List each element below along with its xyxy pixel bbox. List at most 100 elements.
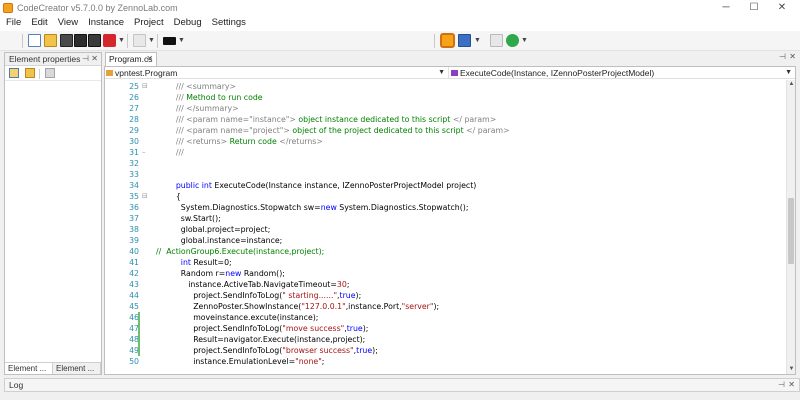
code-line[interactable]: 41 int Result=0; (105, 257, 785, 268)
new-icon[interactable] (28, 34, 41, 47)
code-text: sw.Start(); (156, 213, 221, 224)
property-pages-icon[interactable] (45, 68, 55, 78)
class-selector[interactable]: vpntest.Program ▼ (105, 67, 449, 79)
code-line[interactable]: 35 ⊟ { (105, 191, 785, 202)
code-token: </ param> (452, 115, 497, 124)
code-line[interactable]: 47 project.SendInfoToLog("move success",… (105, 323, 785, 334)
code-line[interactable]: 34 public int ExecuteCode(Instance insta… (105, 180, 785, 191)
line-number: 37 (129, 214, 139, 223)
code-line[interactable]: 30 /// <returns> Return code </returns> (105, 136, 785, 147)
categorized-icon[interactable] (9, 68, 19, 78)
class-icon (106, 70, 113, 76)
code-editor[interactable]: vpntest.Program ▼ ExecuteCode(Instance, … (104, 66, 796, 375)
code-line[interactable]: 37 sw.Start(); (105, 213, 785, 224)
line-number: 26 (129, 93, 139, 102)
close-icon[interactable]: ✕ (91, 53, 98, 65)
panel-title: Element properties (9, 54, 81, 64)
code-line[interactable]: 25 ⊟ /// <summary> (105, 81, 785, 92)
code-token: Random r= (180, 269, 226, 278)
pin-icon[interactable]: ⊣ (779, 52, 786, 61)
line-number: 47 (129, 324, 139, 333)
run-project-icon[interactable] (440, 33, 455, 48)
chevron-down-icon[interactable]: ▼ (521, 33, 528, 48)
code-token: Method to run code (186, 93, 263, 102)
copy-icon[interactable] (133, 34, 146, 47)
settings-icon[interactable] (490, 34, 503, 47)
pin-icon[interactable]: ⊣ (82, 53, 89, 65)
toolbar-separator (434, 34, 435, 48)
menu-instance[interactable]: Instance (83, 15, 129, 31)
fold-marker[interactable]: ⊟ (142, 191, 150, 202)
log-panel[interactable]: Log ⊣ ✕ (4, 378, 800, 392)
chevron-down-icon[interactable]: ▼ (474, 33, 481, 48)
console-icon[interactable] (163, 37, 176, 45)
chevron-down-icon[interactable]: ▼ (438, 67, 445, 79)
tab-element-properties[interactable]: Element ... (5, 363, 53, 374)
code-line[interactable]: 39 global.instance=instance; (105, 235, 785, 246)
code-line[interactable]: 27 /// </summary> (105, 103, 785, 114)
tab-element-tree[interactable]: Element ... (53, 363, 101, 374)
chevron-down-icon[interactable]: ▼ (118, 33, 125, 48)
fold-marker[interactable]: – (142, 147, 150, 158)
code-line[interactable]: 29 /// <param name="project"> object of … (105, 125, 785, 136)
menu-project[interactable]: Project (129, 15, 169, 31)
code-text: { (156, 191, 181, 202)
scrollbar-thumb[interactable] (788, 198, 794, 264)
code-line[interactable]: 42 Random r=new Random(); (105, 268, 785, 279)
minimize-button[interactable]: ─ (712, 0, 740, 15)
open-folder-icon[interactable] (44, 34, 57, 47)
menu-edit[interactable]: Edit (26, 15, 52, 31)
record-icon[interactable] (458, 34, 471, 47)
code-text: global.project=project; (156, 224, 271, 235)
maximize-button[interactable]: ☐ (740, 0, 768, 15)
fold-marker[interactable]: ⊟ (142, 81, 150, 92)
code-line[interactable]: 38 global.project=project; (105, 224, 785, 235)
code-line[interactable]: 33 (105, 169, 785, 180)
scroll-down-icon[interactable]: ▼ (787, 365, 795, 374)
save-as-icon[interactable] (88, 34, 101, 47)
menu-file[interactable]: File (0, 15, 26, 31)
code-area[interactable]: 25 ⊟ /// <summary> 26 /// Method to run co… (105, 80, 785, 374)
code-line[interactable]: 45 ZennoPoster.ShowInstance("127.0.0.1",… (105, 301, 785, 312)
code-line[interactable]: 49 project.SendInfoToLog("browser succes… (105, 345, 785, 356)
close-icon[interactable]: ✕ (788, 379, 795, 391)
code-text: /// </summary> (156, 103, 239, 114)
code-line[interactable]: 48 Result=navigator.Execute(instance,pro… (105, 334, 785, 345)
member-selector[interactable]: ExecuteCode(Instance, IZennoPosterProjec… (450, 67, 795, 79)
line-number: 35 (129, 192, 139, 201)
change-marker (138, 323, 140, 334)
code-line[interactable]: 31– /// (105, 147, 785, 158)
save-icon[interactable] (60, 34, 73, 47)
code-token: instance.EmulationLevel= (193, 357, 296, 366)
play-icon[interactable] (506, 34, 519, 47)
chevron-down-icon[interactable]: ▼ (178, 33, 185, 48)
pin-icon[interactable]: ⊣ (778, 379, 785, 391)
menu-view[interactable]: View (53, 15, 83, 31)
code-line[interactable]: 46 moveinstance.excute(instance); (105, 312, 785, 323)
vertical-scrollbar[interactable]: ▲ ▼ (786, 80, 795, 374)
code-line[interactable]: 28 /// <param name="instance"> object in… (105, 114, 785, 125)
code-line[interactable]: 50 instance.EmulationLevel="none"; (105, 356, 785, 367)
close-icon[interactable]: ✕ (789, 52, 796, 61)
code-line[interactable]: 32 (105, 158, 785, 169)
change-marker (138, 334, 140, 345)
code-token: " starting......" (282, 291, 338, 300)
close-button[interactable]: ✕ (768, 0, 796, 15)
delete-icon[interactable] (103, 34, 116, 47)
code-line[interactable]: 36 System.Diagnostics.Stopwatch sw=new S… (105, 202, 785, 213)
chevron-down-icon[interactable]: ▼ (785, 67, 792, 79)
code-line[interactable]: 44 project.SendInfoToLog(" starting.....… (105, 290, 785, 301)
code-token: /// </summary> (175, 104, 239, 113)
save-all-icon[interactable] (74, 34, 87, 47)
close-icon[interactable]: ✕ (146, 53, 153, 65)
code-line[interactable]: 43 instance.ActiveTab.NavigateTimeout=30… (105, 279, 785, 290)
code-line[interactable]: 40 // ActionGroup6.Execute(instance,proje… (105, 246, 785, 257)
chevron-down-icon[interactable]: ▼ (148, 33, 155, 48)
scroll-up-icon[interactable]: ▲ (787, 80, 795, 89)
menu-settings[interactable]: Settings (207, 15, 251, 31)
code-line[interactable]: 26 /// Method to run code (105, 92, 785, 103)
tab-program-cs[interactable]: Program.cs ✕ (105, 52, 157, 66)
alphabetical-icon[interactable] (25, 68, 35, 78)
menu-debug[interactable]: Debug (169, 15, 207, 31)
